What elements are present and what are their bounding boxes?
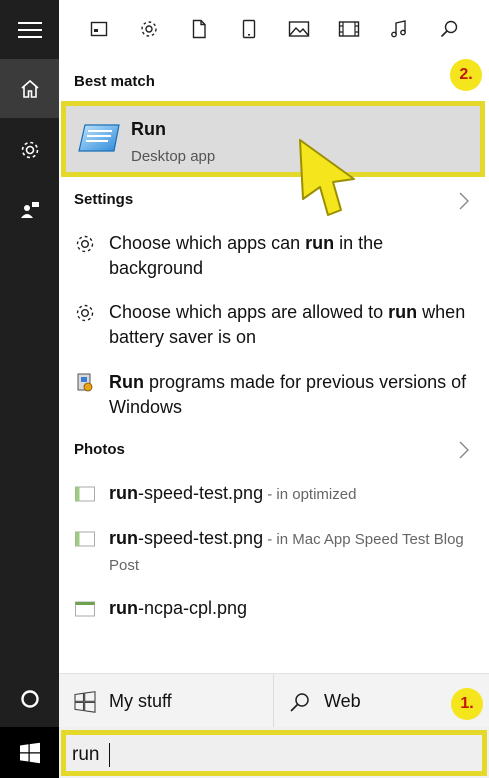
settings-result-battery-saver[interactable]: Choose which apps are allowed to run whe… <box>74 300 479 352</box>
apps-filter-button[interactable] <box>84 14 114 44</box>
best-match-subtitle: Desktop app <box>131 148 216 165</box>
hamburger-menu-button[interactable] <box>0 0 59 59</box>
search-input[interactable] <box>72 741 452 769</box>
settings-button[interactable] <box>0 120 59 179</box>
annotation-badge-1: 1. <box>451 688 483 720</box>
devices-filter-button[interactable] <box>234 14 264 44</box>
text-caret <box>109 743 110 767</box>
annotation-badge-2: 2. <box>450 59 482 91</box>
left-rail <box>0 0 59 778</box>
filter-icon-bar <box>59 0 489 59</box>
web-button[interactable]: Web <box>289 674 361 729</box>
gear-icon <box>21 141 38 158</box>
tablet-icon <box>242 19 256 39</box>
compatibility-troubleshooter-icon <box>77 373 93 392</box>
feedback-button[interactable] <box>0 180 59 239</box>
result-text: run-speed-test.png - in Mac App Speed Te… <box>109 528 464 574</box>
videos-filter-button[interactable] <box>334 14 364 44</box>
hamburger-icon <box>17 21 42 38</box>
gear-icon <box>76 235 94 253</box>
search-bar <box>59 727 489 778</box>
best-match-heading: Best match <box>74 73 155 90</box>
settings-heading: Settings <box>74 191 134 208</box>
scope-divider <box>273 674 274 729</box>
result-text: Choose which apps can run in the backgro… <box>109 233 384 278</box>
home-icon <box>20 79 39 98</box>
annotation-arrow-icon <box>299 139 355 216</box>
search-icon <box>290 692 309 712</box>
run-app-icon <box>78 124 120 152</box>
search-results-panel: Best match 2. Run Desktop app Settings C… <box>59 59 489 673</box>
video-icon <box>338 21 360 37</box>
best-match-run-result[interactable]: Run Desktop app <box>61 101 485 177</box>
start-button[interactable] <box>0 727 59 778</box>
my-stuff-button[interactable]: My stuff <box>74 674 172 729</box>
chevron-right-icon[interactable] <box>457 191 471 211</box>
web-label: Web <box>324 691 361 711</box>
settings-filter-button[interactable] <box>134 14 164 44</box>
chevron-right-icon[interactable] <box>457 440 471 460</box>
photo-result-speed-test-optimized[interactable]: run-speed-test.png - in optimized <box>74 481 479 509</box>
home-button[interactable] <box>0 59 59 118</box>
gear-icon <box>141 21 157 37</box>
search-box-highlight <box>61 730 487 776</box>
my-stuff-label: My stuff <box>109 691 172 711</box>
image-file-icon <box>75 601 95 617</box>
document-icon <box>192 19 206 39</box>
web-search-filter-button[interactable] <box>434 14 464 44</box>
apps-icon <box>90 21 108 37</box>
search-scope-bar: My stuff Web 1. <box>59 673 489 729</box>
image-file-icon <box>75 486 95 502</box>
result-text: Choose which apps are allowed to run whe… <box>109 302 466 347</box>
result-text: run-speed-test.png - in optimized <box>109 483 357 503</box>
documents-filter-button[interactable] <box>184 14 214 44</box>
photos-filter-button[interactable] <box>284 14 314 44</box>
best-match-title: Run <box>131 119 166 139</box>
music-icon <box>391 20 406 38</box>
settings-result-background-apps[interactable]: Choose which apps can run in the backgro… <box>74 231 479 283</box>
gear-icon <box>76 304 94 322</box>
photo-icon <box>288 21 310 37</box>
image-file-icon <box>75 531 95 547</box>
windows-logo-icon <box>74 690 96 713</box>
result-text: Run programs made for previous versions … <box>109 372 467 417</box>
music-filter-button[interactable] <box>384 14 414 44</box>
result-text: run-ncpa-cpl.png <box>109 598 248 618</box>
photo-result-ncpa-cpl[interactable]: run-ncpa-cpl.png <box>74 596 479 624</box>
cortana-button[interactable] <box>0 669 59 728</box>
photo-result-speed-test-blog[interactable]: run-speed-test.png - in Mac App Speed Te… <box>74 526 479 578</box>
cortana-icon <box>20 689 39 708</box>
person-feedback-icon <box>20 201 39 218</box>
search-icon <box>440 20 458 38</box>
photos-heading: Photos <box>74 441 125 458</box>
windows-logo-icon <box>19 742 40 763</box>
settings-result-compatibility[interactable]: Run programs made for previous versions … <box>74 370 479 422</box>
